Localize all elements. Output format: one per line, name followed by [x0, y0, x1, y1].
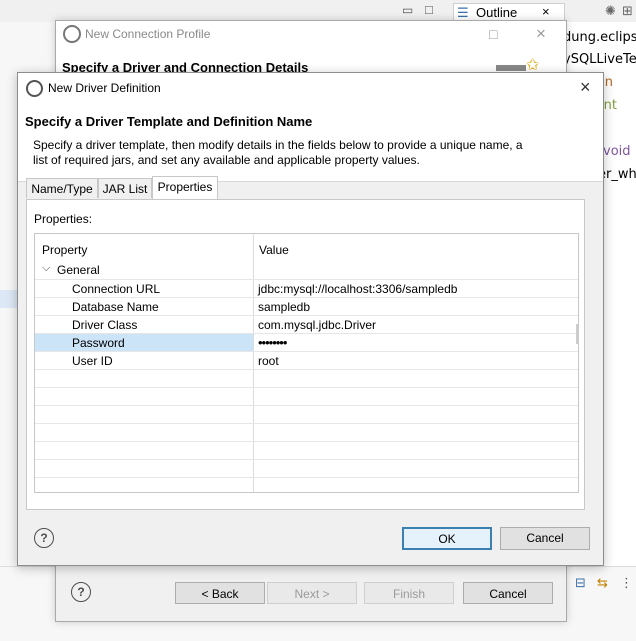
close-icon[interactable]: × — [536, 24, 546, 44]
close-icon[interactable]: × — [580, 77, 591, 98]
column-header-value[interactable]: Value — [259, 243, 289, 257]
table-row-selected[interactable]: Password •••••••• — [35, 333, 578, 351]
tab-jar-list[interactable]: JAR List — [98, 178, 152, 198]
app-icon — [63, 25, 81, 43]
new-driver-definition-dialog: New Driver Definition × Specify a Driver… — [17, 72, 604, 566]
group-label: General — [57, 263, 100, 277]
property-name: Connection URL — [72, 282, 161, 296]
table-row[interactable]: Database Name sampledb — [35, 297, 578, 315]
ncp-title: New Connection Profile — [85, 27, 211, 41]
properties-table[interactable]: Property Value ⌵ General Connection URL … — [34, 233, 579, 493]
table-row[interactable]: User ID root — [35, 351, 578, 369]
collapse-icon[interactable]: ⊟ — [575, 575, 586, 591]
code-line: ySQLLiveTe — [563, 52, 636, 67]
close-icon[interactable]: × — [542, 4, 550, 19]
ndd-description: Specify a driver template, then modify d… — [33, 138, 523, 167]
minimize-icon[interactable]: ▭ — [402, 3, 413, 17]
ndd-header: Specify a Driver Template and Definition… — [18, 103, 603, 182]
property-name: Database Name — [72, 300, 159, 314]
code-line: void — [603, 144, 631, 159]
outline-tab-label: Outline — [476, 5, 518, 20]
next-button[interactable]: Next > — [267, 582, 357, 604]
ndd-title: New Driver Definition — [48, 81, 161, 95]
tab-name-type[interactable]: Name/Type — [26, 178, 98, 198]
empty-row — [35, 477, 578, 492]
wizard-banner-icon — [496, 65, 526, 71]
empty-row — [35, 387, 578, 405]
ncp-titlebar: New Connection Profile □ × — [56, 21, 566, 49]
empty-row — [35, 441, 578, 459]
gear-icon[interactable]: ✺ — [605, 3, 616, 19]
help-icon[interactable]: ? — [34, 528, 54, 548]
ok-button[interactable]: OK — [402, 527, 492, 550]
left-selection — [0, 290, 18, 308]
maximize-icon[interactable]: □ — [489, 26, 497, 42]
grid-icon[interactable]: ⊞ — [622, 3, 633, 19]
outline-icon: ☰ — [457, 5, 469, 20]
property-value[interactable]: jdbc:mysql://localhost:3306/sampledb — [258, 282, 457, 296]
property-value[interactable]: sampledb — [258, 300, 310, 314]
empty-row — [35, 459, 578, 477]
empty-row — [35, 405, 578, 423]
tab-properties[interactable]: Properties — [152, 176, 218, 199]
table-row[interactable]: Driver Class com.mysql.jdbc.Driver — [35, 315, 578, 333]
table-row[interactable]: Connection URL jdbc:mysql://localhost:33… — [35, 279, 578, 297]
property-name: User ID — [72, 354, 113, 368]
scrollbar-thumb[interactable] — [576, 324, 578, 344]
cancel-button[interactable]: Cancel — [500, 527, 590, 550]
table-header: Property Value — [35, 234, 578, 260]
maximize-icon[interactable]: □ — [425, 2, 433, 17]
chevron-down-icon[interactable]: ⌵ — [42, 262, 50, 275]
properties-panel: Properties: Property Value ⌵ General Con… — [26, 199, 585, 510]
tree-group-general[interactable]: ⌵ General — [35, 261, 578, 279]
filter-icon[interactable]: ⋮ — [620, 575, 633, 591]
empty-row — [35, 369, 578, 387]
property-name: Password — [72, 336, 125, 350]
ndd-titlebar: New Driver Definition × — [18, 73, 603, 103]
link-icon[interactable]: ⇆ — [597, 575, 608, 591]
cancel-button[interactable]: Cancel — [463, 582, 553, 604]
selection-highlight — [35, 334, 253, 351]
back-button[interactable]: < Back — [175, 582, 265, 604]
column-header-property[interactable]: Property — [42, 243, 87, 257]
password-value[interactable]: •••••••• — [258, 335, 287, 350]
property-value[interactable]: com.mysql.jdbc.Driver — [258, 318, 376, 332]
finish-button[interactable]: Finish — [364, 582, 454, 604]
empty-row — [35, 423, 578, 441]
properties-label: Properties: — [34, 212, 93, 226]
help-icon[interactable]: ? — [71, 582, 91, 602]
app-icon — [26, 80, 43, 97]
property-value[interactable]: root — [258, 354, 279, 368]
code-line: dung.eclips — [563, 30, 636, 45]
property-name: Driver Class — [72, 318, 138, 332]
ndd-heading: Specify a Driver Template and Definition… — [25, 114, 313, 129]
